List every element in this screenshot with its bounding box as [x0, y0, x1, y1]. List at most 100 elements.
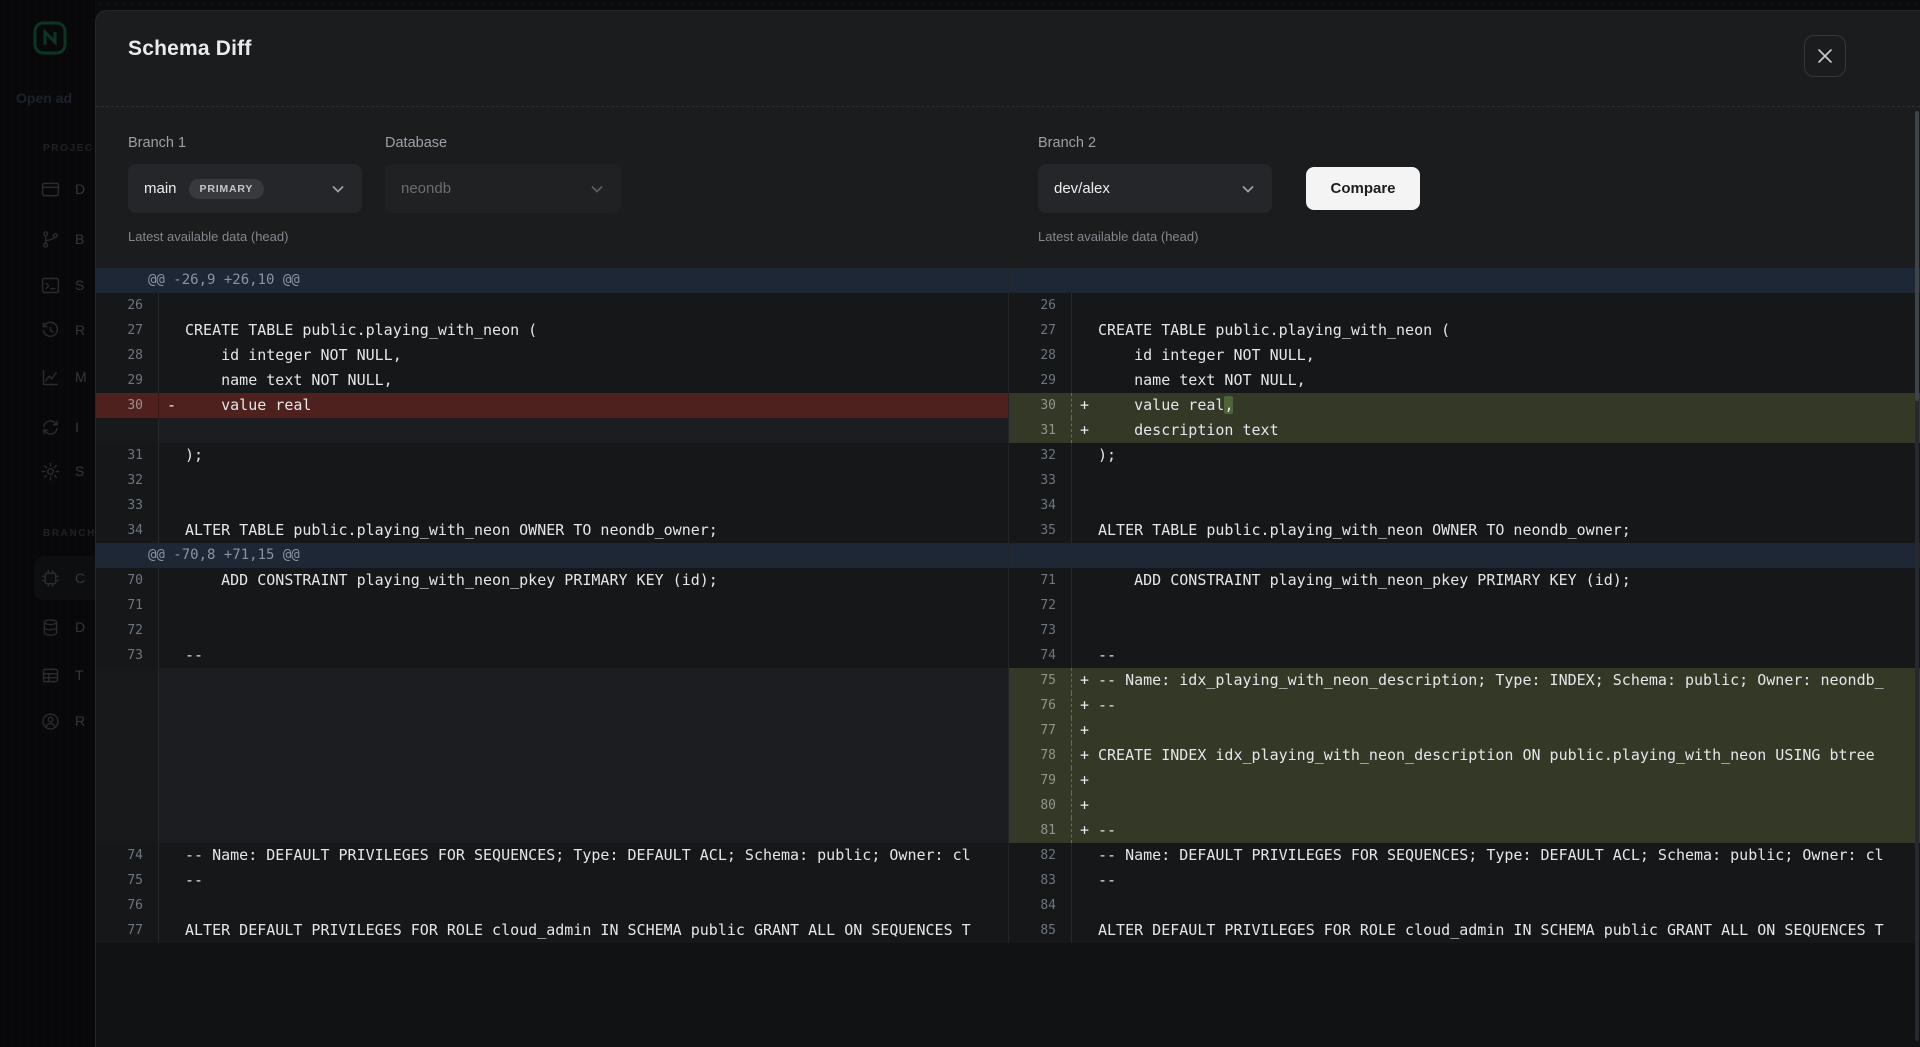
- diff-row: 73: [1009, 618, 1920, 643]
- code-line: description text: [1098, 418, 1920, 443]
- branch2-select[interactable]: dev/alex: [1038, 164, 1272, 213]
- diff-marker: [159, 768, 185, 793]
- diff-marker: [159, 693, 185, 718]
- line-number: 30: [96, 393, 159, 418]
- diff-row: 32: [96, 468, 1008, 493]
- hunk-header-row: @@ -70,8 +71,15 @@: [96, 543, 1008, 568]
- diff-row: 70 ADD CONSTRAINT playing_with_neon_pkey…: [96, 568, 1008, 593]
- diff-row: 72: [1009, 593, 1920, 618]
- primary-badge: PRIMARY: [189, 179, 265, 199]
- line-number: 78: [1009, 743, 1072, 768]
- header-divider: [96, 106, 1920, 107]
- line-number: 28: [96, 343, 159, 368]
- code-line: CREATE TABLE public.playing_with_neon (: [1098, 318, 1920, 343]
- diff-marker: +: [1072, 668, 1098, 693]
- line-number: 77: [96, 918, 159, 943]
- code-line: [185, 593, 1008, 618]
- code-line: -- Name: DEFAULT PRIVILEGES FOR SEQUENCE…: [1098, 843, 1920, 868]
- database-select: neondb: [385, 164, 621, 213]
- diff-marker: [1072, 918, 1098, 943]
- code-line: value real,: [1098, 393, 1920, 418]
- diff-row: 28 id integer NOT NULL,: [96, 343, 1008, 368]
- diff-row: 26: [1009, 293, 1920, 318]
- line-number: 28: [1009, 343, 1072, 368]
- diff-marker: [1072, 518, 1098, 543]
- code-line: [1098, 893, 1920, 918]
- diff-marker: +: [1072, 693, 1098, 718]
- line-number: 79: [1009, 768, 1072, 793]
- schema-diff-viewer: @@ -26,9 +26,10 @@2627CREATE TABLE publi…: [96, 268, 1920, 943]
- diff-row: 29 name text NOT NULL,: [1009, 368, 1920, 393]
- diff-row: 82-- Name: DEFAULT PRIVILEGES FOR SEQUEN…: [1009, 843, 1920, 868]
- code-line: name text NOT NULL,: [1098, 368, 1920, 393]
- line-number: [96, 793, 159, 818]
- code-line: [185, 693, 1008, 718]
- line-number: 72: [96, 618, 159, 643]
- line-number: 30: [1009, 393, 1072, 418]
- diff-row: 27CREATE TABLE public.playing_with_neon …: [1009, 318, 1920, 343]
- line-number: 33: [1009, 468, 1072, 493]
- diff-row: 77ALTER DEFAULT PRIVILEGES FOR ROLE clou…: [96, 918, 1008, 943]
- code-line: [185, 618, 1008, 643]
- branch2-hint: Latest available data (head): [1038, 229, 1198, 244]
- diff-row: 71 ADD CONSTRAINT playing_with_neon_pkey…: [1009, 568, 1920, 593]
- line-number: 73: [96, 643, 159, 668]
- diff-marker: [159, 468, 185, 493]
- branch2-label: Branch 2: [1038, 135, 1096, 151]
- diff-marker: -: [159, 393, 185, 418]
- diff-pane-branch1: @@ -26,9 +26,10 @@2627CREATE TABLE publi…: [96, 268, 1008, 943]
- diff-row: 31);: [96, 443, 1008, 468]
- code-line: [185, 768, 1008, 793]
- line-number: 35: [1009, 518, 1072, 543]
- diff-marker: [159, 418, 185, 443]
- code-line: [185, 468, 1008, 493]
- diff-marker: [1072, 643, 1098, 668]
- line-number: 80: [1009, 793, 1072, 818]
- code-line: --: [185, 643, 1008, 668]
- diff-row: 33: [1009, 468, 1920, 493]
- line-number: 75: [96, 868, 159, 893]
- line-number: 27: [96, 318, 159, 343]
- diff-marker: [159, 818, 185, 843]
- code-line: );: [1098, 443, 1920, 468]
- code-line: id integer NOT NULL,: [185, 343, 1008, 368]
- code-line: ADD CONSTRAINT playing_with_neon_pkey PR…: [1098, 568, 1920, 593]
- diff-marker: [159, 293, 185, 318]
- code-line: id integer NOT NULL,: [1098, 343, 1920, 368]
- line-number: 26: [1009, 293, 1072, 318]
- close-icon: [1816, 47, 1834, 65]
- code-line: name text NOT NULL,: [185, 368, 1008, 393]
- code-line: [185, 493, 1008, 518]
- diff-marker: [1072, 368, 1098, 393]
- diff-row: 75+-- Name: idx_playing_with_neon_descri…: [1009, 668, 1920, 693]
- diff-row: 77+: [1009, 718, 1920, 743]
- diff-row: 83--: [1009, 868, 1920, 893]
- diff-row: 80+: [1009, 793, 1920, 818]
- branch1-value: main: [144, 180, 177, 197]
- line-number: 75: [1009, 668, 1072, 693]
- scrollbar-thumb[interactable]: [1915, 111, 1919, 401]
- diff-row: [96, 718, 1008, 743]
- line-number: 77: [1009, 718, 1072, 743]
- compare-button[interactable]: Compare: [1306, 167, 1420, 210]
- diff-row: [96, 693, 1008, 718]
- line-number: 76: [96, 893, 159, 918]
- line-number: 70: [96, 568, 159, 593]
- hunk-header-row: [1009, 543, 1920, 568]
- diff-marker: [159, 568, 185, 593]
- code-line: [1098, 468, 1920, 493]
- diff-marker: +: [1072, 818, 1098, 843]
- chevron-down-icon: [330, 181, 346, 197]
- line-number: 76: [1009, 693, 1072, 718]
- diff-row: 30+ value real,: [1009, 393, 1920, 418]
- chevron-down-icon: [1240, 181, 1256, 197]
- diff-bottom-area: [96, 943, 1920, 1047]
- close-button[interactable]: [1804, 35, 1846, 77]
- diff-marker: +: [1072, 393, 1098, 418]
- code-line: [1098, 293, 1920, 318]
- diff-row: 73 --: [96, 643, 1008, 668]
- branch1-select[interactable]: main PRIMARY: [128, 164, 362, 213]
- diff-row: 84: [1009, 893, 1920, 918]
- diff-row: 74--: [1009, 643, 1920, 668]
- diff-row: 74-- Name: DEFAULT PRIVILEGES FOR SEQUEN…: [96, 843, 1008, 868]
